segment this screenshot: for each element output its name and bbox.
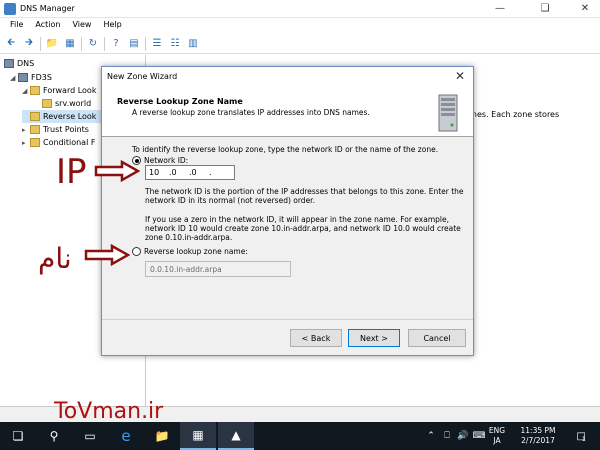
internet-explorer-icon[interactable]: e	[108, 422, 144, 450]
back-arrow-icon[interactable]: 🡰	[4, 37, 18, 51]
cancel-button[interactable]: Cancel	[408, 329, 466, 347]
server-tower-icon	[438, 94, 458, 132]
folder-icon	[30, 86, 40, 95]
expand-icon[interactable]: ▸	[22, 126, 30, 134]
network-id-radio[interactable]: Network ID:	[132, 156, 188, 165]
notification-count: 1	[581, 435, 586, 443]
clock[interactable]: 11:35 PM 2/7/2017	[512, 422, 564, 450]
annotation-arrow-icon	[94, 160, 140, 182]
refresh-icon[interactable]: ↻	[86, 37, 100, 51]
dns-manager-icon	[4, 3, 16, 15]
wizard-header-title: Reverse Lookup Zone Name	[117, 97, 243, 106]
dns-icon	[4, 59, 14, 68]
up-folder-icon[interactable]: 📁	[45, 37, 59, 51]
zone-name-radio[interactable]: Reverse lookup zone name:	[132, 247, 248, 256]
menu-action[interactable]: Action	[29, 18, 66, 33]
wizard-footer: < Back Next > Cancel	[102, 319, 473, 355]
folder-icon	[30, 112, 40, 121]
taskbar: ❏ ⚲ ▭ e 📁 ▦ ▲ ⌃ ⎕ 🔊 ⌨ ENG JA 11:35 PM 2/…	[0, 422, 600, 450]
watermark: ToVman.ir	[54, 399, 164, 424]
dns-manager-taskbar-icon[interactable]: ▲	[218, 422, 254, 450]
collapse-icon[interactable]: ◢	[10, 74, 18, 82]
properties-icon[interactable]: ▤	[127, 37, 141, 51]
zone-name-input: 0.0.10.in-addr.arpa	[145, 261, 291, 277]
network-id-input[interactable]: 10 .0 .0 .	[145, 165, 235, 180]
wizard-header: Reverse Lookup Zone Name A reverse looku…	[102, 89, 473, 137]
wizard-title: New Zone Wizard	[107, 72, 178, 81]
tree-item-server[interactable]: ◢ FD3S	[10, 71, 52, 84]
volume-icon[interactable]: 🔊	[456, 422, 470, 450]
tree-item-conditional-forwarders[interactable]: ▸ Conditional F	[22, 136, 95, 149]
radio-unselected-icon[interactable]	[132, 247, 141, 256]
wizard-body: To identify the reverse lookup zone, typ…	[102, 137, 473, 319]
back-button[interactable]: < Back	[290, 329, 342, 347]
menu-help[interactable]: Help	[97, 18, 127, 33]
tray-chevron-icon[interactable]: ⌃	[424, 422, 438, 450]
language-indicator[interactable]: ENG JA	[486, 422, 508, 450]
annotation-ip-label: IP	[56, 152, 87, 192]
toolbar-separator	[81, 36, 82, 51]
annotation-name-label: نام	[38, 242, 72, 275]
close-icon[interactable]: ✕	[455, 69, 465, 83]
show-tree-icon[interactable]: ▦	[63, 37, 77, 51]
server-manager-icon[interactable]: ▦	[180, 422, 216, 450]
detail-view-icon[interactable]: ☷	[168, 37, 182, 51]
search-icon[interactable]: ⚲	[36, 422, 72, 450]
list-view-icon[interactable]: ☰	[150, 37, 164, 51]
collapse-icon[interactable]: ◢	[22, 87, 30, 95]
server-icon	[18, 73, 28, 82]
toolbar-separator	[40, 36, 41, 51]
results-description: ones. Each zone stores	[467, 110, 560, 119]
wizard-intro-text: To identify the reverse lookup zone, typ…	[132, 145, 439, 154]
folder-icon	[30, 138, 40, 147]
new-zone-wizard-dialog: New Zone Wizard ✕ Reverse Lookup Zone Na…	[101, 66, 474, 356]
zone-icon	[42, 99, 52, 108]
zero-help-line-3: zone 0.10.in-addr.arpa.	[145, 233, 233, 242]
network-id-help-line-2: network ID in its normal (not reversed) …	[145, 196, 315, 205]
menu-bar: File Action View Help	[0, 18, 600, 33]
file-explorer-icon[interactable]: 📁	[144, 422, 180, 450]
task-view-icon[interactable]: ▭	[72, 422, 108, 450]
help-icon[interactable]: ?	[109, 37, 123, 51]
expand-icon[interactable]: ▸	[22, 139, 30, 147]
folder-icon	[30, 125, 40, 134]
zero-help-line-2: network ID 10 would create zone 10.in-ad…	[145, 224, 461, 233]
window-title: DNS Manager	[20, 4, 75, 13]
network-id-help-line-1: The network ID is the portion of the IP …	[145, 187, 464, 196]
tree-item-dns[interactable]: DNS	[4, 57, 34, 70]
next-button[interactable]: Next >	[348, 329, 400, 347]
wizard-header-description: A reverse lookup zone translates IP addr…	[132, 108, 370, 117]
close-icon[interactable]: ✕	[565, 0, 600, 18]
tree-item-trust-points[interactable]: ▸ Trust Points	[22, 123, 89, 136]
keyboard-icon[interactable]: ⌨	[472, 422, 486, 450]
menu-file[interactable]: File	[4, 18, 29, 33]
zero-help-line-1: If you use a zero in the network ID, it …	[145, 215, 449, 224]
maximize-icon[interactable]: ❏	[525, 0, 565, 18]
window-titlebar: DNS Manager — ❏ ✕	[0, 0, 600, 18]
menu-view[interactable]: View	[66, 18, 97, 33]
tree-item-srv-world[interactable]: srv.world	[42, 97, 91, 110]
toolbar: 🡰 🡲 📁 ▦ ↻ ? ▤ ☰ ☷ ▥	[0, 34, 600, 54]
notification-icon[interactable]: □ 1	[566, 422, 596, 450]
toolbar-separator	[104, 36, 105, 51]
start-windows-icon[interactable]: ❏	[0, 422, 36, 450]
toolbar-separator	[145, 36, 146, 51]
filter-view-icon[interactable]: ▥	[186, 37, 200, 51]
network-icon[interactable]: ⎕	[440, 422, 454, 450]
forward-arrow-icon[interactable]: 🡲	[22, 37, 36, 51]
minimize-icon[interactable]: —	[480, 0, 520, 18]
tree-item-forward-lookup[interactable]: ◢ Forward Look	[22, 84, 96, 97]
annotation-arrow-icon	[84, 244, 130, 266]
